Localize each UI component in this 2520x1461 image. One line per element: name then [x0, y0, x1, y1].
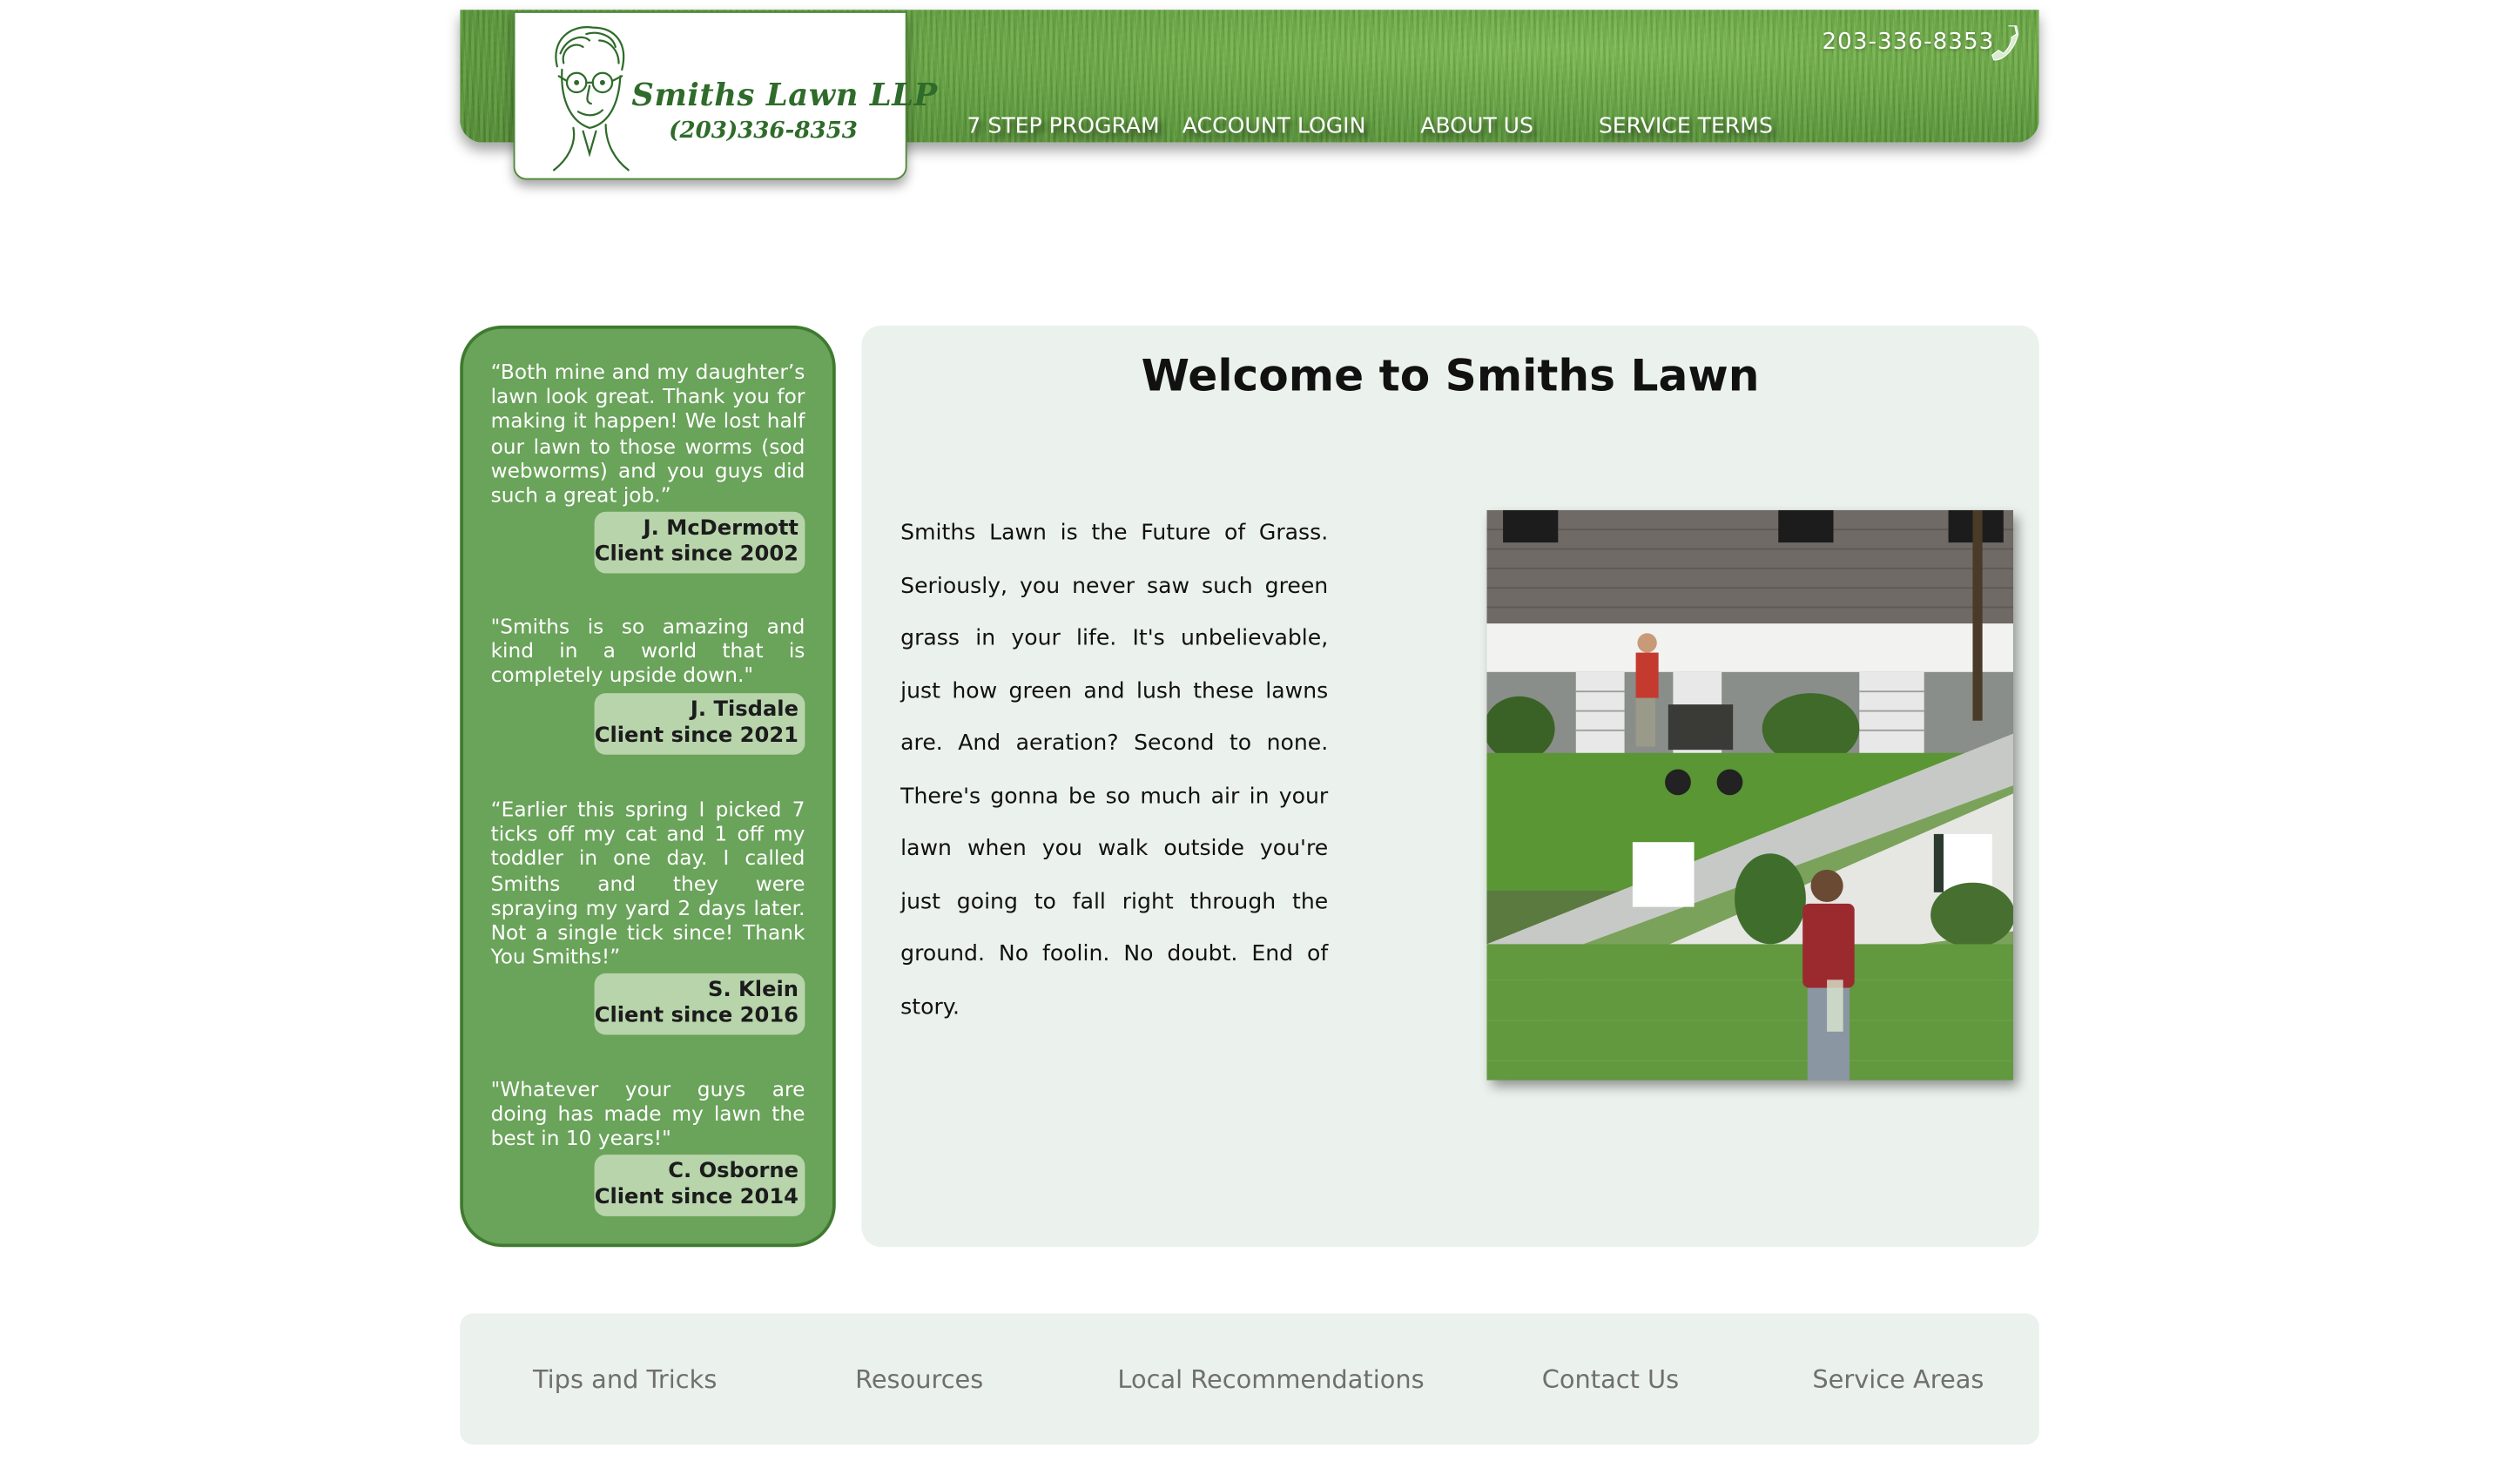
- testimonial-quote: “Both mine and my daughter’s lawn look g…: [490, 359, 805, 508]
- testimonial-author-name: C. Osborne: [668, 1159, 798, 1184]
- testimonial-quote: "Smiths is so amazing and kind in a worl…: [490, 613, 805, 688]
- testimonial-author-name: J. McDermott: [643, 516, 798, 542]
- testimonial-quote: "Whatever your guys are doing has made m…: [490, 1076, 805, 1151]
- page: Smiths Lawn LLP (203)336-8353 203-336-83…: [0, 0, 2520, 1461]
- testimonial-client-since: Client since 2016: [594, 1003, 798, 1028]
- lawn-service-photo: [1486, 509, 2013, 1081]
- testimonial-author-badge: J. Tisdale Client since 2021: [594, 693, 805, 755]
- logo-company-name: Smiths Lawn LLP: [631, 77, 938, 114]
- footer-link-service-areas[interactable]: Service Areas: [1812, 1365, 1984, 1394]
- footer-link-tips-and-tricks[interactable]: Tips and Tricks: [533, 1365, 717, 1394]
- testimonial-author-name: S. Klein: [708, 978, 798, 1003]
- main-content-panel: Welcome to Smiths Lawn Smiths Lawn is th…: [861, 325, 2039, 1248]
- footer-link-resources[interactable]: Resources: [855, 1365, 983, 1394]
- header-phone-number[interactable]: 203-336-8353: [1823, 29, 1995, 55]
- phone-icon[interactable]: [1989, 24, 2021, 64]
- caricature-face-icon: [553, 26, 630, 172]
- testimonial-author-name: J. Tisdale: [690, 697, 798, 723]
- logo[interactable]: Smiths Lawn LLP (203)336-8353: [513, 11, 937, 180]
- logo-phone-number: (203)336-8353: [669, 118, 858, 145]
- testimonial-quote: “Earlier this spring I picked 7 ticks of…: [490, 797, 805, 969]
- nav-7-step-program[interactable]: 7 STEP PROGRAM: [967, 113, 1159, 139]
- footer-link-contact-us[interactable]: Contact Us: [1542, 1365, 1679, 1394]
- nav-service-terms[interactable]: SERVICE TERMS: [1599, 113, 1773, 139]
- testimonial-author-badge: S. Klein Client since 2016: [594, 973, 805, 1035]
- footer-link-local-recommendations[interactable]: Local Recommendations: [1117, 1365, 1424, 1394]
- nav-about-us[interactable]: ABOUT US: [1420, 113, 1533, 139]
- testimonial-author-badge: J. McDermott Client since 2002: [594, 511, 805, 574]
- intro-paragraph: Smiths Lawn is the Future of Grass. Seri…: [900, 520, 1329, 1020]
- testimonial-client-since: Client since 2014: [594, 1184, 798, 1209]
- testimonial-author-badge: C. Osborne Client since 2014: [594, 1155, 805, 1216]
- nav-account-login[interactable]: ACCOUNT LOGIN: [1183, 113, 1366, 139]
- page-title: Welcome to Smiths Lawn: [1141, 351, 1760, 402]
- testimonial-client-since: Client since 2021: [594, 723, 798, 748]
- footer: Tips and Tricks Resources Local Recommen…: [460, 1313, 2039, 1445]
- testimonial-client-since: Client since 2002: [594, 542, 798, 567]
- testimonials-sidebar: “Both mine and my daughter’s lawn look g…: [460, 325, 836, 1248]
